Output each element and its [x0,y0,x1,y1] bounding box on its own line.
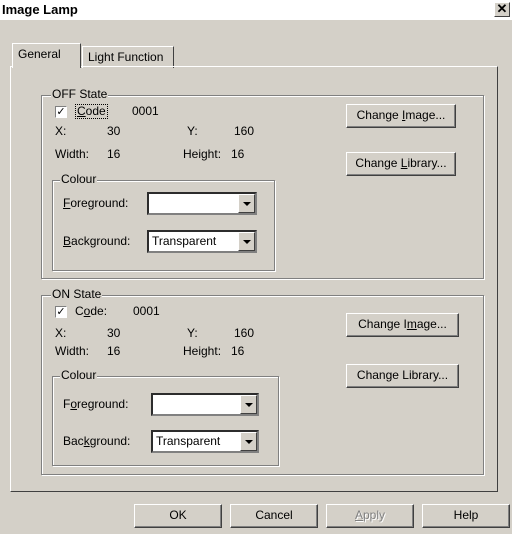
off-foreground-select[interactable] [147,192,257,215]
off-background-label: Background: [63,234,131,248]
on-code-value: 0001 [133,304,160,318]
off-x-value: 30 [107,124,121,138]
off-code-checkbox[interactable]: ✓ [55,106,67,118]
off-state-legend: OFF State [51,87,109,101]
off-code-label: Code [75,104,108,119]
chevron-down-icon[interactable] [238,194,255,213]
on-width-value: 16 [107,344,121,358]
title-bar: Image Lamp ✕ [0,0,512,20]
on-height-label: Height: [183,344,222,358]
off-change-image-button[interactable]: Change Image... [346,104,456,128]
help-button[interactable]: Help [422,504,510,528]
chevron-down-icon[interactable] [238,232,255,251]
on-colour-legend: Colour [60,368,98,382]
on-state-legend: ON State [51,287,103,301]
off-change-library-button[interactable]: Change Library... [346,152,456,176]
tab-general-label: General [18,47,61,61]
off-height-value: 16 [231,147,245,161]
off-width-value: 16 [107,147,121,161]
on-y-label: Y: [187,326,198,340]
ok-button[interactable]: OK [134,504,222,528]
close-icon[interactable]: ✕ [494,2,510,17]
off-y-label: Y: [187,124,198,138]
cancel-button[interactable]: Cancel [230,504,318,528]
off-height-label: Height: [183,147,222,161]
chevron-down-icon[interactable] [240,395,257,414]
on-background-value: Transparent [156,434,221,448]
off-background-value: Transparent [152,234,217,248]
on-y-value: 160 [234,326,255,340]
on-x-label: X: [55,326,67,340]
on-code-checkbox[interactable]: ✓ [55,306,67,318]
on-height-value: 16 [231,344,245,358]
tab-joiner [13,66,80,69]
apply-button[interactable]: Apply [326,504,414,528]
tab-light-function[interactable]: Light Function [82,46,174,68]
off-y-value: 160 [234,124,255,138]
on-code-label: Code: [75,304,108,318]
off-code-value: 0001 [132,104,159,118]
on-change-library-button[interactable]: Change Library... [346,364,459,388]
off-background-select[interactable]: Transparent [147,230,257,253]
off-colour-legend: Colour [60,172,98,186]
on-background-label: Background: [63,434,131,448]
window-title: Image Lamp [2,2,78,17]
tab-light-function-label: Light Function [88,50,164,64]
on-width-label: Width: [55,344,90,358]
tab-general[interactable]: General [12,43,81,68]
on-background-select[interactable]: Transparent [151,430,259,453]
off-foreground-label: Foreground: [63,196,129,210]
on-change-image-button[interactable]: Change Image... [346,313,459,337]
chevron-down-icon[interactable] [240,432,257,451]
on-foreground-label: Foreground: [63,397,129,411]
on-foreground-select[interactable] [151,393,259,416]
off-width-label: Width: [55,147,90,161]
off-x-label: X: [55,124,67,138]
on-x-value: 30 [107,326,121,340]
